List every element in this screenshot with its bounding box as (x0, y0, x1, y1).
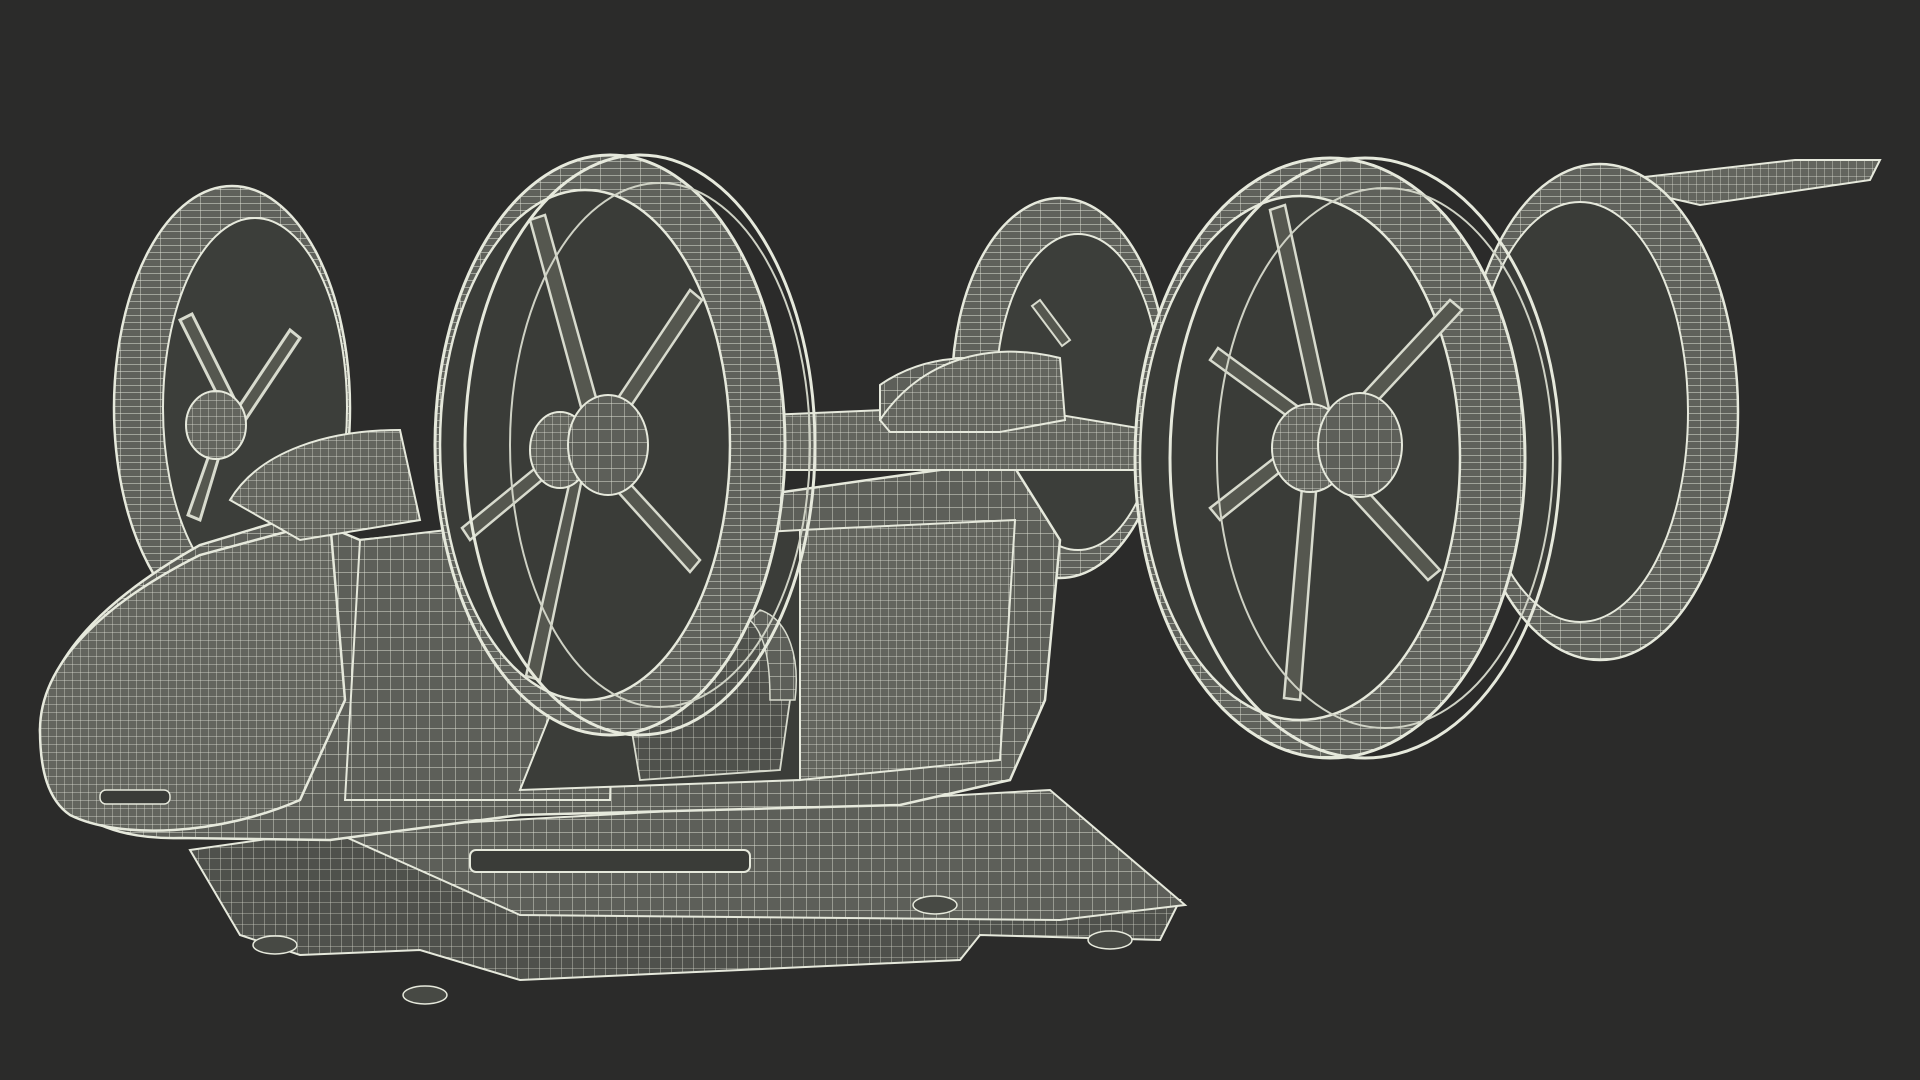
wireframe-render (38, 153, 1882, 1005)
canopy (878, 350, 1067, 433)
3d-viewport[interactable] (0, 0, 1920, 1080)
